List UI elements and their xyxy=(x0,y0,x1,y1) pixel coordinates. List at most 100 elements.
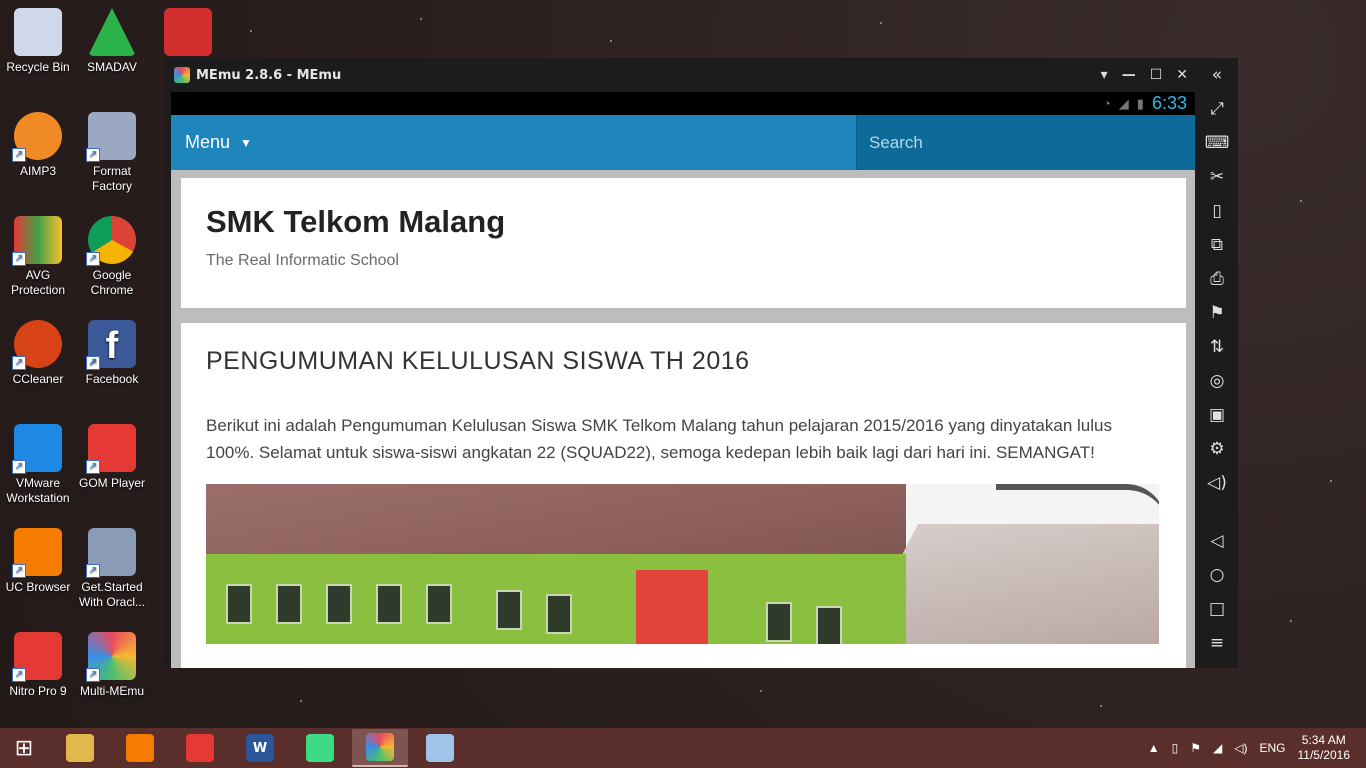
memu-titlebar[interactable]: MEmu 2.8.6 - MEmu ▾ — ☐ ✕ xyxy=(165,58,1238,92)
android-studio-icon xyxy=(306,734,334,762)
desktop-icon-avg[interactable]: ↗ AVG Protection xyxy=(0,216,76,298)
memu-window: MEmu 2.8.6 - MEmu ▾ — ☐ ✕ ◔ ◢ ▮ 6:33 Men… xyxy=(165,58,1238,668)
desktop-icon-recycle-bin[interactable]: Recycle Bin xyxy=(0,8,76,75)
avg-icon: ↗ xyxy=(12,216,62,266)
desktop-icon-chrome[interactable]: ↗ Google Chrome xyxy=(74,216,150,298)
taskbar-memu[interactable] xyxy=(352,729,408,767)
record-icon[interactable]: ▣ xyxy=(1196,398,1238,432)
desktop-icon-aimp3[interactable]: ↗ AIMP3 xyxy=(0,112,76,179)
keyboard-icon[interactable]: ⌨ xyxy=(1196,126,1238,160)
desktop-icon-label: VMware Workstation xyxy=(6,476,70,505)
shake-icon[interactable]: ▯ xyxy=(1196,194,1238,228)
rotate-icon[interactable]: ⧉ xyxy=(1196,228,1238,262)
menu-icon[interactable]: ≡ xyxy=(1196,626,1238,660)
desktop-icon-label: Format Factory xyxy=(91,164,132,193)
taskbar-word[interactable]: W xyxy=(232,729,288,767)
flag-icon[interactable]: ⚑ xyxy=(1190,741,1201,755)
desktop-icon-label: AIMP3 xyxy=(19,164,56,178)
window-title: MEmu 2.8.6 - MEmu xyxy=(196,67,342,83)
uc-browser-icon: ↗ xyxy=(12,528,62,578)
vmware-icon: ↗ xyxy=(12,424,62,474)
desktop-icon-unknown[interactable] xyxy=(150,8,226,60)
clock-time: 5:34 AM xyxy=(1301,733,1346,747)
desktop-icon-label: Multi-MEmu xyxy=(79,684,144,698)
maximize-button[interactable]: ☐ xyxy=(1150,67,1163,83)
desktop-icon-label: CCleaner xyxy=(12,372,64,386)
desktop-icon-ccleaner[interactable]: ↗ CCleaner xyxy=(0,320,76,387)
mouse-icon[interactable]: ◎ xyxy=(1196,364,1238,398)
wifi-icon: ◔ xyxy=(1102,96,1111,111)
desktop-icon-label: Nitro Pro 9 xyxy=(9,684,67,698)
desktop-icon-label: Google Chrome xyxy=(90,268,134,297)
caret-down-icon: ▼ xyxy=(240,135,252,150)
status-time: 6:33 xyxy=(1151,93,1187,113)
show-hidden-icons-icon[interactable]: ▲ xyxy=(1148,741,1160,755)
desktop-icon-nitro[interactable]: ↗ Nitro Pro 9 xyxy=(0,632,76,699)
post-title[interactable]: PENGUMUMAN KELULUSAN SISWA TH 2016 xyxy=(206,347,1161,376)
network-icon[interactable]: ◢ xyxy=(1213,741,1222,755)
desktop-icon-label: UC Browser xyxy=(5,580,71,594)
android-screen: ◔ ◢ ▮ 6:33 Menu ▼ SMK Telkom Malang The … xyxy=(171,92,1195,668)
desktop-icon-vmware[interactable]: ↗ VMware Workstation xyxy=(0,424,76,506)
fullscreen-icon[interactable]: ⤢ xyxy=(1196,92,1238,126)
taskbar-gom-player[interactable] xyxy=(172,729,228,767)
menu-button[interactable]: Menu ▼ xyxy=(171,115,856,170)
taskbar-android-studio[interactable] xyxy=(292,729,348,767)
site-title[interactable]: SMK Telkom Malang xyxy=(206,204,1161,240)
taskbar-paint[interactable] xyxy=(412,729,468,767)
memu-toolbar: « ⤢ ⌨ ✂ ▯ ⧉ ⎙ ⚑ ⇅ ◎ ▣ ⚙ ◁) ◁ ○ □ ≡ xyxy=(1196,58,1238,668)
language-indicator[interactable]: ENG xyxy=(1259,741,1285,755)
chrome-icon: ↗ xyxy=(86,216,136,266)
transfer-icon[interactable]: ⇅ xyxy=(1196,330,1238,364)
uc-browser-icon xyxy=(126,734,154,762)
taskbar-uc-browser[interactable] xyxy=(112,729,168,767)
broom-icon[interactable]: ⚑ xyxy=(1196,296,1238,330)
desktop-icon-format-factory[interactable]: ↗ Format Factory xyxy=(74,112,150,194)
scissors-icon[interactable]: ✂ xyxy=(1196,160,1238,194)
close-button[interactable]: ✕ xyxy=(1176,67,1188,83)
gom-player-icon xyxy=(186,734,214,762)
desktop-icon-facebook[interactable]: f ↗ Facebook xyxy=(74,320,150,387)
battery-icon: ▮ xyxy=(1136,95,1144,111)
recents-icon[interactable]: □ xyxy=(1196,592,1238,626)
apk-icon[interactable]: ⎙ xyxy=(1196,262,1238,296)
taskbar: ⊞ W ▲ ▯ ⚑ ◢ ◁) ENG 5:34 AM 11/5/2016 xyxy=(0,728,1366,768)
desktop-icon-smadav[interactable]: SMADAV xyxy=(74,8,150,75)
word-icon: W xyxy=(246,734,274,762)
site-header: SMK Telkom Malang The Real Informatic Sc… xyxy=(181,178,1186,308)
taskbar-file-explorer[interactable] xyxy=(52,729,108,767)
search-box xyxy=(856,115,1195,170)
windows-start-icon[interactable]: ⊞ xyxy=(0,728,48,768)
search-input[interactable] xyxy=(869,132,1195,153)
dropdown-icon[interactable]: ▾ xyxy=(1101,67,1108,83)
minimize-button[interactable]: — xyxy=(1122,67,1136,83)
back-icon[interactable]: ◁ xyxy=(1196,524,1238,558)
signal-icon: ◢ xyxy=(1118,95,1129,111)
oracle-icon: ↗ xyxy=(86,528,136,578)
desktop-icon-multi-memu[interactable]: ↗ Multi-MEmu xyxy=(74,632,150,699)
paint-icon xyxy=(426,734,454,762)
app-icon xyxy=(164,8,212,56)
desktop-icon-label: Recycle Bin xyxy=(6,60,70,74)
volume-icon[interactable]: ◁) xyxy=(1196,466,1238,500)
clock-date: 11/5/2016 xyxy=(1297,748,1351,762)
desktop-icon-uc-browser[interactable]: ↗ UC Browser xyxy=(0,528,76,595)
desktop-icon-oracle[interactable]: ↗ Get.Started With Oracl... xyxy=(74,528,150,610)
school-building-image xyxy=(206,484,1159,644)
battery-tray-icon[interactable]: ▯ xyxy=(1172,741,1179,755)
memu-logo-icon xyxy=(174,67,190,83)
desktop-icon-gom-player[interactable]: ↗ GOM Player xyxy=(74,424,150,491)
settings-icon[interactable]: ⚙ xyxy=(1196,432,1238,466)
clock[interactable]: 5:34 AM 11/5/2016 xyxy=(1298,733,1351,763)
site-description: The Real Informatic School xyxy=(206,252,399,269)
menu-label: Menu xyxy=(185,132,231,152)
ccleaner-icon: ↗ xyxy=(12,320,62,370)
collapse-icon[interactable]: « xyxy=(1196,58,1238,92)
memu-icon xyxy=(366,733,394,761)
nitro-icon: ↗ xyxy=(12,632,62,682)
home-icon[interactable]: ○ xyxy=(1196,558,1238,592)
system-tray: ▲ ▯ ⚑ ◢ ◁) ENG 5:34 AM 11/5/2016 xyxy=(1148,733,1366,763)
desktop-icon-label: Facebook xyxy=(85,372,139,386)
volume-tray-icon[interactable]: ◁) xyxy=(1234,741,1247,755)
desktop-icon-label: GOM Player xyxy=(78,476,145,490)
